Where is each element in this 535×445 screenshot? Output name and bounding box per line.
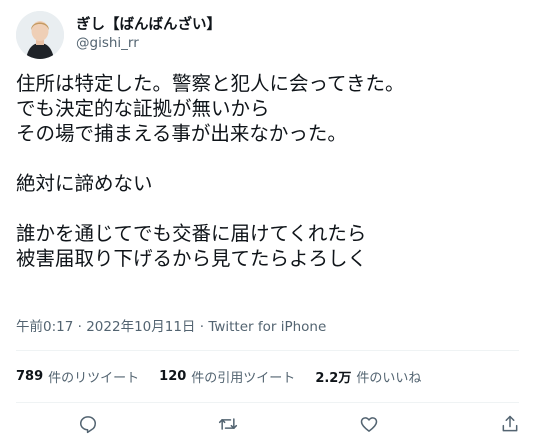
tweet-text: 住所は特定した。警察と犯人に会ってきた。 でも決定的な証拠が無いから その場で捕… (16, 71, 521, 271)
like-button[interactable] (355, 410, 383, 438)
tweet-stats: 789 件のリツイート 120 件の引用ツイート 2.2万 件のいいね (16, 366, 441, 386)
tweet-time[interactable]: 午前0:17 (16, 319, 73, 335)
tweet-card: ぎし【ばんばんざい】 @gishi_rr 住所は特定した。警察と犯人に会ってきた… (0, 0, 535, 445)
avatar[interactable] (16, 11, 64, 59)
likes-label: 件のいいね (356, 370, 422, 386)
like-icon (360, 417, 378, 432)
quotes-stat[interactable]: 120 件の引用ツイート (159, 367, 295, 386)
likes-count: 2.2万 (315, 370, 352, 386)
reply-icon (80, 416, 96, 434)
divider (16, 350, 519, 351)
retweets-stat[interactable]: 789 件のリツイート (16, 367, 139, 386)
retweet-icon (218, 418, 238, 430)
display-name[interactable]: ぎし【ばんばんざい】 (76, 13, 221, 34)
tweet-meta: 午前0:17 · 2022年10月11日 · Twitter for iPhon… (16, 315, 326, 335)
meta-separator: · (77, 319, 87, 335)
divider (16, 402, 519, 403)
quotes-label: 件の引用ツイート (191, 370, 296, 386)
retweet-button[interactable] (214, 410, 242, 438)
quotes-count: 120 (159, 368, 187, 384)
tweet-source[interactable]: Twitter for iPhone (208, 319, 326, 335)
action-bar (0, 410, 535, 438)
tweet-line: 住所は特定した。警察と犯人に会ってきた。 (16, 72, 405, 95)
tweet-line: その場で捕まえる事が出来なかった。 (16, 122, 347, 145)
reply-button[interactable] (74, 410, 102, 438)
tweet-line: 被害届取り下げるから見てたらよろしく (16, 247, 368, 270)
tweet-line: でも決定的な証拠が無いから (16, 97, 270, 120)
likes-stat[interactable]: 2.2万 件のいいね (315, 367, 421, 386)
handle[interactable]: @gishi_rr (76, 35, 139, 51)
tweet-date[interactable]: 2022年10月11日 (86, 319, 195, 335)
avatar-photo (16, 11, 64, 59)
tweet-line: 誰かを通じてでも交番に届けてくれたら (16, 222, 367, 245)
share-icon (502, 415, 518, 432)
tweet-line: 絶対に諦めない (16, 172, 153, 195)
retweets-label: 件のリツイート (48, 370, 140, 386)
share-button[interactable] (496, 410, 524, 438)
retweets-count: 789 (16, 368, 44, 384)
